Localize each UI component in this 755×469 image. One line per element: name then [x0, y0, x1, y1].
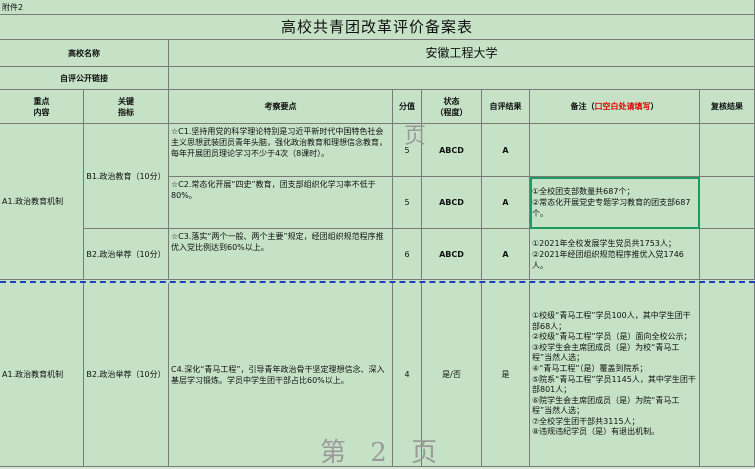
title-cell[interactable]: 高校共青团改革评价备案表: [0, 15, 755, 40]
page-break-line: [0, 281, 755, 283]
points-text: ☆C2.常态化开展“四史”教育，团支部组织化学习率不低于80%。: [171, 180, 376, 200]
page-watermark-partial: 页: [404, 118, 434, 150]
result-text: A: [502, 145, 509, 155]
page-title: 高校共青团改革评价备案表: [280, 17, 473, 36]
remark-text: ①校级“青马工程”学员100人，其中学生团干部68人； ②校级“青马工程”学员（…: [532, 310, 696, 437]
result-text: 是: [501, 370, 510, 379]
selected-remark-cell[interactable]: ①全校团支部数量共687个； ②常态化开展党史专题学习教育的团支部687个。: [530, 177, 700, 229]
result-cell[interactable]: 是: [482, 283, 530, 467]
header-remarks-prefix: 备注（: [570, 102, 595, 111]
indicator-text: B2.政治举荐（10分）: [86, 249, 166, 259]
status-text: ABCD: [439, 198, 464, 207]
header-self-result[interactable]: 自评结果: [482, 90, 530, 124]
result-text: A: [502, 249, 509, 259]
review-cell[interactable]: [700, 283, 755, 467]
remark-text: ①2021年全校发展学生党员共1753人； ②2021年经团组织规范程序推优入党…: [532, 238, 684, 270]
header-status-text: 状态 （程度）: [435, 96, 468, 117]
header-key-indicator-text: 关键 指标: [118, 96, 134, 117]
header-score-text: 分值: [399, 102, 415, 111]
header-remarks[interactable]: 备注（ 口空白处请填写）: [530, 90, 700, 124]
header-review-text: 复核结果: [711, 102, 743, 111]
indicator-cell[interactable]: B2.政治举荐（10分）: [84, 229, 169, 280]
attachment-label: 附件2: [2, 2, 24, 12]
points-text: ☆C3.落实“两个一般、两个主要”规定，经团组织规范程序推优入党比例达到60%以…: [171, 232, 384, 252]
points-cell[interactable]: ☆C1.坚持用党的科学理论特别是习近平新时代中国特色社会主义思想武装团员青年头脑…: [169, 124, 393, 177]
key-content-cell[interactable]: A1.政治教育机制: [0, 283, 84, 467]
school-name-cell[interactable]: 安徽工程大学: [169, 40, 755, 67]
indicator-cell[interactable]: B2.政治举荐（10分）: [84, 283, 169, 467]
points-cell[interactable]: ☆C3.落实“两个一般、两个主要”规定，经团组织规范程序推优入党比例达到60%以…: [169, 229, 393, 280]
school-name: 安徽工程大学: [425, 45, 498, 60]
points-text: ☆C1.坚持用党的科学理论特别是习近平新时代中国特色社会主义思想武装团员青年头脑…: [171, 127, 387, 158]
indicator-cell[interactable]: B1.政治教育（10分）: [84, 124, 169, 229]
result-cell[interactable]: A: [482, 177, 530, 229]
status-cell[interactable]: ABCD: [422, 229, 482, 280]
points-text: C4.深化“青马工程”，引导青年政治骨干坚定理想信念、深入基层学习锻炼。学员中学…: [171, 364, 385, 385]
spreadsheet: 附件2 高校共青团改革评价备案表 高校名称 安徽工程大学 自评公开链接 重点 内…: [0, 0, 755, 469]
header-remarks-suffix: ）: [650, 102, 659, 111]
key-content-cell[interactable]: A1.政治教育机制: [0, 124, 84, 280]
header-key-indicator[interactable]: 关键 指标: [84, 90, 169, 124]
page-watermark: 第 2 页: [320, 432, 445, 469]
result-cell[interactable]: A: [482, 124, 530, 177]
header-key-content-text: 重点 内容: [33, 96, 50, 117]
status-text: ABCD: [439, 249, 464, 259]
score-text: 6: [404, 249, 410, 259]
remark-cell[interactable]: ①2021年全校发展学生党员共1753人； ②2021年经团组织规范程序推优入党…: [530, 229, 700, 280]
self-eval-link-cell[interactable]: [169, 67, 755, 90]
header-key-content[interactable]: 重点 内容: [0, 90, 84, 124]
score-text: 4: [404, 370, 410, 379]
review-cell[interactable]: [700, 124, 755, 177]
school-label-cell[interactable]: 高校名称: [0, 40, 169, 67]
key-content-text: A1.政治教育机制: [2, 197, 64, 206]
self-eval-label-cell[interactable]: 自评公开链接: [0, 67, 169, 90]
review-cell[interactable]: [700, 177, 755, 229]
page-watermark-text: 页: [404, 124, 435, 149]
self-eval-link-label: 自评公开链接: [60, 73, 108, 83]
header-points[interactable]: 考察要点: [169, 90, 393, 124]
points-cell[interactable]: ☆C2.常态化开展“四史”教育，团支部组织化学习率不低于80%。: [169, 177, 393, 229]
school-label: 高校名称: [68, 48, 100, 58]
indicator-text: B1.政治教育（10分）: [86, 171, 166, 181]
remark-cell[interactable]: [530, 124, 700, 177]
page-number-text: 第 2 页: [320, 438, 446, 468]
status-text: ABCD: [439, 145, 464, 155]
status-cell[interactable]: ABCD: [422, 177, 482, 229]
remark-text: ①全校团支部数量共687个； ②常态化开展党史专题学习教育的团支部687个。: [532, 187, 691, 218]
result-text: A: [502, 198, 509, 207]
remark-cell[interactable]: ①校级“青马工程”学员100人，其中学生团干部68人； ②校级“青马工程”学员（…: [530, 283, 700, 467]
header-remarks-hint: 口空白处请填写: [594, 102, 651, 111]
header-points-text: 考察要点: [264, 102, 297, 111]
review-cell[interactable]: [700, 229, 755, 280]
result-cell[interactable]: A: [482, 229, 530, 280]
indicator-text: B2.政治举荐（10分）: [86, 370, 166, 379]
header-self-result-text: 自评结果: [489, 102, 522, 111]
key-content-text: A1.政治教育机制: [2, 370, 64, 379]
status-text: 是/否: [442, 370, 461, 379]
score-cell[interactable]: 5: [393, 177, 422, 229]
score-cell[interactable]: 6: [393, 229, 422, 280]
score-text: 5: [404, 198, 410, 207]
header-review[interactable]: 复核结果: [700, 90, 755, 124]
attachment-cell[interactable]: 附件2: [0, 0, 755, 15]
